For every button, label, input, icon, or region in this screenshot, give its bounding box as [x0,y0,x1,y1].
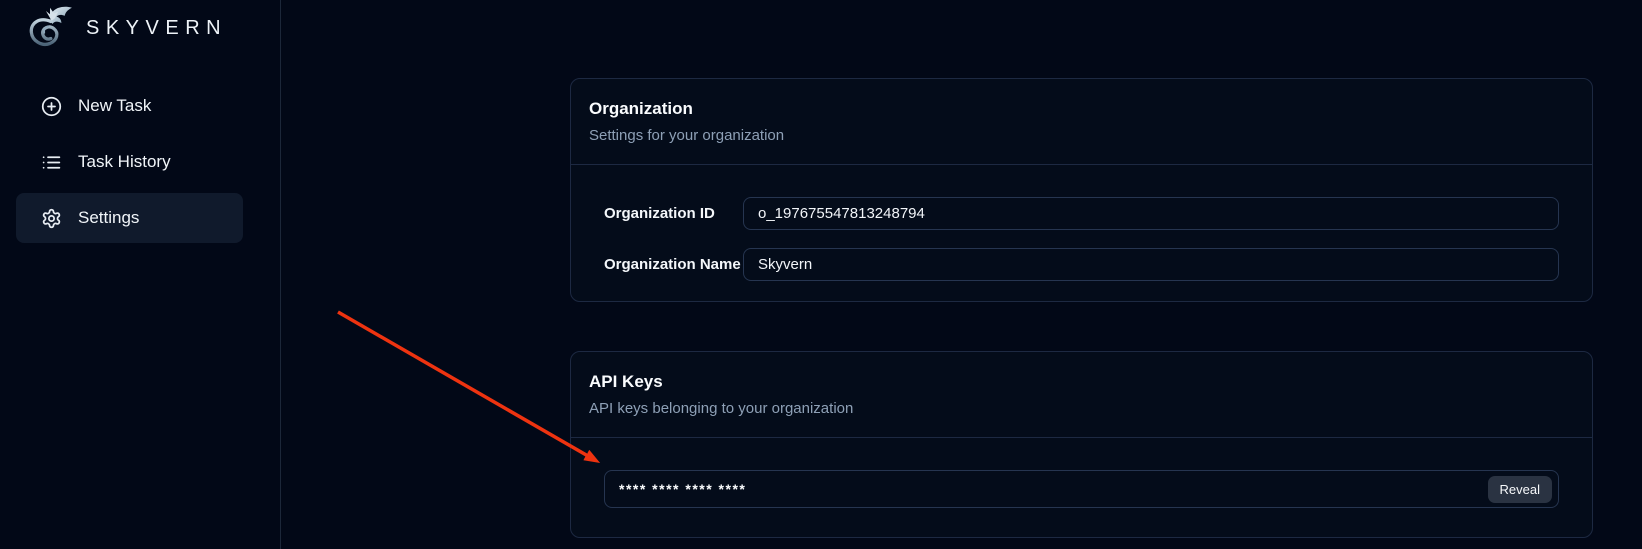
api-key-input[interactable]: **** **** **** **** Reveal [604,470,1559,508]
reveal-button[interactable]: Reveal [1488,476,1552,503]
sidebar-nav: New Task Task History Se [16,81,243,243]
api-keys-card-body: **** **** **** **** Reveal [571,438,1592,508]
annotation-arrow-line [338,312,588,456]
api-key-masked-value: **** **** **** **** [619,481,746,497]
sidebar-item-new-task[interactable]: New Task [16,81,243,131]
sidebar-item-settings[interactable]: Settings [16,193,243,243]
api-keys-card: API Keys API keys belonging to your orga… [570,351,1593,538]
organization-name-row: Organization Name [604,248,1559,281]
organization-id-row: Organization ID [604,197,1559,230]
api-keys-card-subtitle: API keys belonging to your organization [589,400,1574,418]
dragon-logo-icon [24,2,76,54]
organization-name-label: Organization Name [604,256,743,273]
organization-id-label: Organization ID [604,205,743,222]
organization-card-body: Organization ID Organization Name [571,165,1592,281]
organization-id-input[interactable] [743,197,1559,230]
organization-card: Organization Settings for your organizat… [570,78,1593,302]
sidebar-item-label: New Task [78,96,151,116]
brand-wordmark: SKYVERN [86,17,227,40]
sidebar-item-task-history[interactable]: Task History [16,137,243,187]
settings-page: SKYVERN New Task Task History [0,0,1642,549]
list-icon [41,152,62,173]
plus-circle-icon [41,96,62,117]
organization-card-header: Organization Settings for your organizat… [571,79,1592,165]
organization-card-title: Organization [589,99,1574,119]
sidebar-item-label: Settings [78,208,139,228]
api-keys-card-title: API Keys [589,372,1574,392]
organization-card-subtitle: Settings for your organization [589,127,1574,145]
organization-name-input[interactable] [743,248,1559,281]
sidebar: SKYVERN New Task Task History [0,0,281,549]
skyvern-logo[interactable]: SKYVERN [24,1,227,55]
sidebar-item-label: Task History [78,152,171,172]
gear-icon [41,208,62,229]
api-keys-card-header: API Keys API keys belonging to your orga… [571,352,1592,438]
